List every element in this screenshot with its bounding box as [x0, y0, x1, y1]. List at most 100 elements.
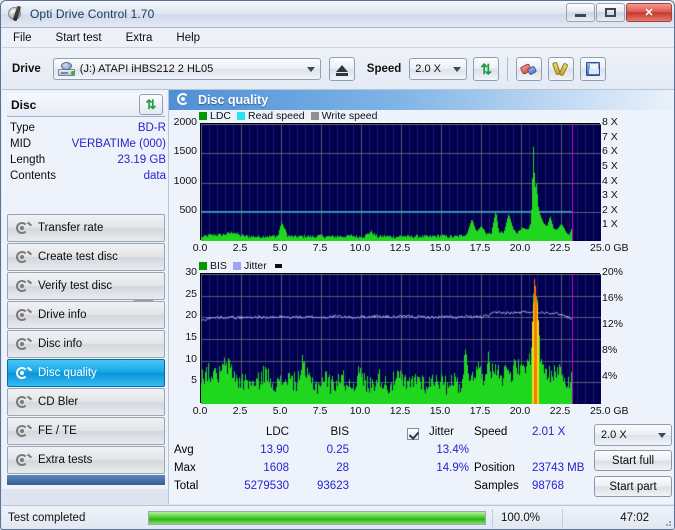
stats-row-avg-label: Avg	[174, 444, 194, 456]
y2-tick-label: 3 X	[602, 189, 618, 202]
disc-refresh-button[interactable]: ⇅	[139, 94, 163, 115]
sidebar-item-label: Extra tests	[38, 454, 93, 466]
window-title: Opti Drive Control 1.70	[30, 7, 155, 21]
page-title: Disc quality	[198, 93, 269, 107]
stats-col-ldc: LDC	[265, 426, 289, 438]
eraser-icon	[520, 62, 538, 75]
ldc-chart-legend: LDC Read speed Write speed	[199, 110, 384, 122]
disc-info-value: VERBATIMe (000)	[71, 138, 166, 150]
drive-select[interactable]: (J:) ATAPI iHBS212 2 HL05	[52, 57, 321, 80]
legend-swatch-read-speed	[237, 112, 246, 120]
bis-plot-area[interactable]	[200, 273, 601, 404]
menu-item-help[interactable]: Help	[173, 31, 203, 45]
app-window: Opti Drive Control 1.70 ✕ File Start tes…	[0, 0, 675, 530]
disc-info-key: Contents	[10, 170, 57, 182]
disc-test-icon	[15, 366, 33, 381]
test-speed-select[interactable]: 2.0 X	[594, 424, 672, 446]
disc-info-table: Type BD-R MID VERBATIMe (000) Length 23.…	[10, 120, 166, 184]
speed-label: Speed	[366, 62, 402, 75]
refresh-icon: ⇅	[145, 96, 157, 112]
sidebar-item-disc-info[interactable]: Disc info	[7, 330, 165, 358]
drive-icon	[57, 61, 75, 76]
x-tick-label: 22.5	[549, 405, 571, 417]
stats-max-bis: 28	[336, 462, 349, 474]
legend-item-bis: BIS	[199, 260, 227, 272]
sidebar-item-fe-te[interactable]: FE / TE	[7, 417, 165, 445]
legend-item-read-speed: Read speed	[237, 110, 305, 122]
menu-item-start-test[interactable]: Start test	[53, 31, 105, 45]
maximize-button[interactable]	[596, 3, 625, 22]
sidebar-item-label: Disc quality	[38, 367, 97, 379]
x-tick-label: 10.0	[349, 242, 371, 254]
jitter-checkbox[interactable]	[407, 428, 419, 440]
y-tick-label: 25	[185, 287, 197, 300]
sidebar-item-disc-quality[interactable]: Disc quality	[7, 359, 165, 387]
elapsed-time: 47:02	[562, 508, 657, 527]
close-button[interactable]: ✕	[626, 3, 672, 22]
sidebar-item-create-test-disc[interactable]: Create test disc	[7, 243, 165, 271]
chevron-down-icon	[306, 66, 315, 72]
disc-test-icon	[15, 395, 33, 410]
minimize-button[interactable]	[566, 3, 595, 22]
start-part-button[interactable]: Start part	[594, 476, 672, 497]
save-button[interactable]	[580, 56, 607, 81]
stats-speed-value: 2.01 X	[532, 426, 566, 438]
y2-tick-label: 1 X	[602, 218, 618, 231]
resize-grip-icon[interactable]	[662, 517, 672, 527]
disc-info-value: 23.19 GB	[117, 154, 166, 166]
y-tick-label: 30	[185, 266, 197, 278]
speed-select-value: 2.0 X	[415, 62, 441, 75]
x-tick-label: 12.5	[389, 405, 411, 417]
progress-bar	[148, 510, 486, 525]
stats-position-label: Position	[474, 462, 515, 474]
sidebar-item-drive-info[interactable]: Drive info	[7, 301, 165, 329]
legend-label: Jitter	[243, 260, 267, 272]
start-full-button[interactable]: Start full	[594, 450, 672, 471]
legend-swatch-ldc	[199, 112, 207, 120]
x-tick-label: 2.5	[232, 242, 248, 254]
sidebar-item-label: FE / TE	[38, 425, 77, 437]
sidebar-item-extra-tests[interactable]: Extra tests	[7, 446, 165, 474]
wrench-icon	[552, 61, 569, 76]
stats-max-ldc: 1608	[263, 462, 289, 474]
sidebar-item-label: Transfer rate	[38, 222, 104, 234]
x-tick-label: 0.0	[192, 242, 208, 254]
erase-button[interactable]	[516, 56, 543, 81]
disc-info-key: MID	[10, 138, 32, 150]
y-tick-label: 500	[179, 203, 197, 216]
ldc-plot-area[interactable]	[200, 123, 601, 241]
eject-button[interactable]	[328, 56, 355, 81]
left-panel: Disc ⇅ Type BD-R MID VERBATIMe (000) Len…	[2, 90, 168, 489]
eject-icon	[335, 65, 348, 76]
disc-quality-icon	[176, 93, 192, 107]
refresh-button[interactable]: ⇅	[473, 56, 500, 81]
disc-test-icon	[15, 453, 33, 468]
legend-label: LDC	[210, 110, 232, 122]
window-controls: ✕	[566, 3, 672, 22]
sidebar-item-label: Create test disc	[38, 251, 118, 263]
sidebar-item-label: CD Bler	[38, 396, 79, 408]
sidebar-item-cd-bler[interactable]: CD Bler	[7, 388, 165, 416]
y-tick-label: 15	[185, 331, 197, 343]
stats-col-bis: BIS	[330, 426, 349, 438]
y2-tick-label: 8%	[602, 344, 618, 356]
tools-button[interactable]	[548, 56, 575, 81]
x-tick-label: 15.0	[429, 405, 451, 417]
y-tick-label: 5	[191, 374, 197, 387]
menu-item-file[interactable]: File	[10, 31, 35, 45]
stats-avg-bis: 0.25	[326, 444, 349, 456]
stats-avg-jitter: 13.4%	[436, 444, 469, 456]
stats-row-max-label: Max	[174, 462, 196, 474]
menu-item-extra[interactable]: Extra	[123, 31, 156, 45]
x-tick-label: 0.0	[192, 405, 208, 417]
floppy-save-icon	[586, 61, 601, 76]
y2-tick-label: 16%	[602, 292, 624, 304]
speed-select[interactable]: 2.0 X	[409, 57, 468, 80]
stats-panel: LDC BIS Jitter Avg 13.90 0.25 13.4% Max …	[174, 424, 672, 499]
stats-total-bis: 93623	[317, 480, 349, 492]
x-tick-label: 22.5	[549, 242, 571, 254]
chevron-down-icon	[453, 66, 462, 72]
sidebar-item-verify-test-disc[interactable]: Verify test disc	[7, 272, 165, 300]
progress-percent: 100.0%	[492, 508, 562, 527]
sidebar-item-transfer-rate[interactable]: Transfer rate	[7, 214, 165, 242]
